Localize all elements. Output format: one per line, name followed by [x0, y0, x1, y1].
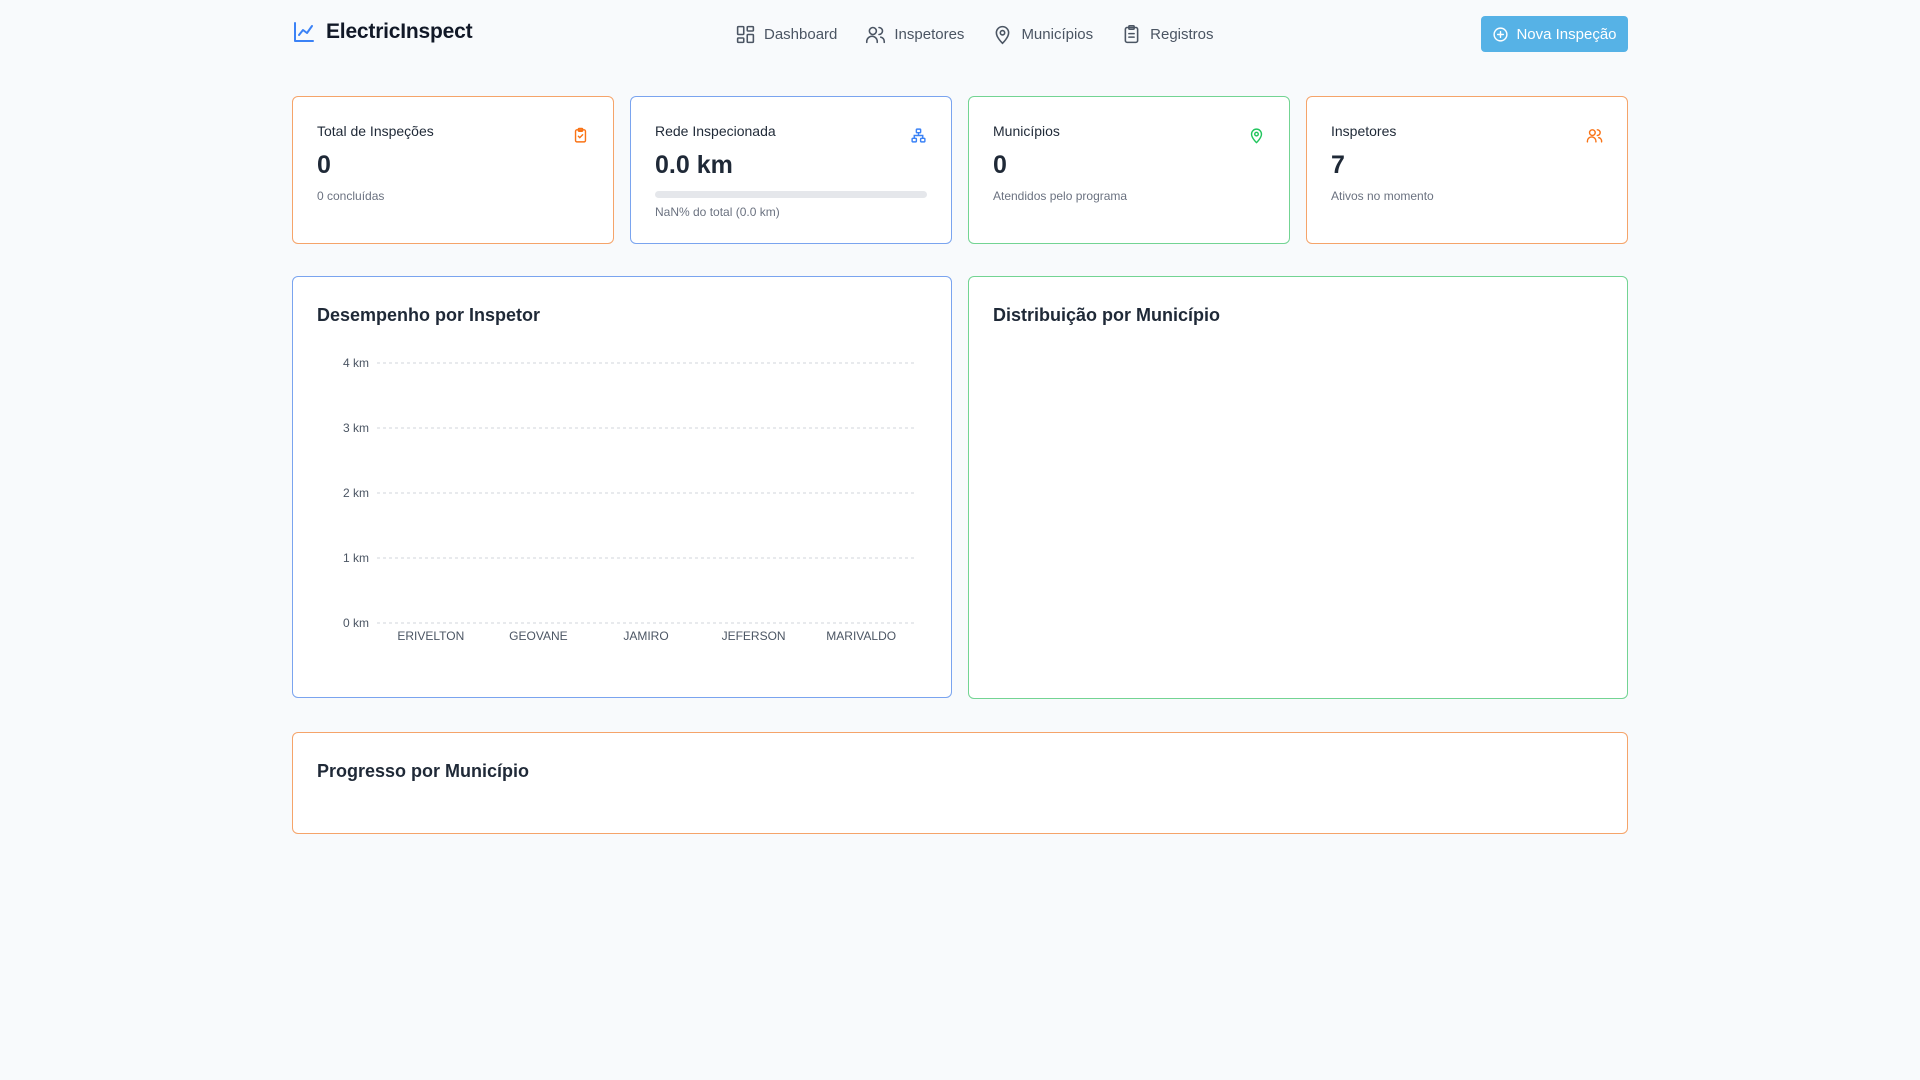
dashboard-grid-icon [736, 25, 755, 43]
line-chart-icon [294, 22, 314, 42]
new-inspection-label: Nova Inspeção [1516, 25, 1617, 43]
panel-title: Progresso por Município [317, 761, 530, 781]
top-header: ElectricInspect Dashboard Inspetores Mun… [0, 0, 1920, 68]
x-tick-label: MARIVALDO [826, 629, 896, 643]
network-icon [911, 128, 926, 143]
plus-circle-icon [1493, 26, 1509, 42]
nav-municipios-label: Municípios [1021, 25, 1094, 43]
performance-panel: Desempenho por Inspetor 0 km 1 km 2 km 3 km… [292, 276, 952, 698]
stat-subtitle: 0 concluídas [317, 189, 385, 203]
x-tick-label: GEOVANE [509, 629, 567, 643]
stat-card-municipios: Municípios 0 Atendidos pelo programa [968, 96, 1290, 244]
progress-panel: Progresso por Município [292, 732, 1628, 834]
stat-subtitle: Ativos no momento [1331, 189, 1434, 203]
performance-bar-chart: 0 km 1 km 2 km 3 km 4 km ERIVELTON GEOVANE JAMI… [343, 356, 915, 643]
new-inspection-button[interactable]: Nova Inspeção [1481, 16, 1628, 52]
nav-municipios[interactable]: Municípios [992, 22, 1093, 46]
y-tick-label: 1 km [343, 551, 369, 565]
nav-dashboard[interactable]: Dashboard [735, 22, 837, 46]
stat-value: 0.0 km [655, 151, 733, 179]
clipboard-icon [1124, 24, 1139, 43]
users-icon [866, 26, 886, 43]
nav-inspetores-label: Inspetores [894, 25, 965, 43]
brand[interactable]: ElectricInspect [292, 20, 473, 44]
nav-registros[interactable]: Registros [1121, 22, 1214, 46]
x-tick-label: ERIVELTON [397, 629, 464, 643]
main-nav: Dashboard Inspetores Municípios Registro… [735, 22, 1214, 46]
stat-title: Total de Inspeções [317, 123, 434, 139]
stat-value: 0 [993, 151, 1007, 179]
map-pin-icon [1250, 128, 1263, 144]
panel-title: Distribuição por Município [993, 305, 1221, 325]
x-tick-label: JEFERSON [722, 629, 786, 643]
clipboard-check-icon [574, 127, 587, 143]
stat-value: 7 [1331, 151, 1345, 179]
map-pin-icon [996, 25, 1010, 44]
x-tick-label: JAMIRO [623, 629, 668, 643]
stat-value: 0 [317, 151, 331, 179]
nav-inspetores[interactable]: Inspetores [865, 22, 964, 46]
nav-registros-label: Registros [1150, 25, 1214, 43]
stat-subtitle: NaN% do total (0.0 km) [655, 205, 780, 219]
stat-card-total-inspecoes: Total de Inspeções 0 0 concluídas [292, 96, 614, 244]
y-tick-label: 0 km [343, 616, 369, 630]
nav-dashboard-label: Dashboard [764, 25, 838, 43]
stat-title: Rede Inspecionada [655, 123, 776, 139]
network-progress-bar [655, 191, 927, 198]
users-icon [1586, 129, 1603, 143]
stat-title: Municípios [993, 123, 1060, 139]
stat-card-rede-inspecionada: Rede Inspecionada 0.0 km NaN% do total (… [630, 96, 952, 244]
app-name: ElectricInspect [326, 20, 473, 43]
stat-title: Inspetores [1331, 123, 1397, 139]
y-tick-label: 3 km [343, 421, 369, 435]
stat-subtitle: Atendidos pelo programa [993, 189, 1128, 203]
y-tick-label: 2 km [343, 486, 369, 500]
y-tick-label: 4 km [343, 356, 369, 370]
distribution-panel: Distribuição por Município [968, 276, 1628, 699]
stat-card-inspetores: Inspetores 7 Ativos no momento [1306, 96, 1628, 244]
